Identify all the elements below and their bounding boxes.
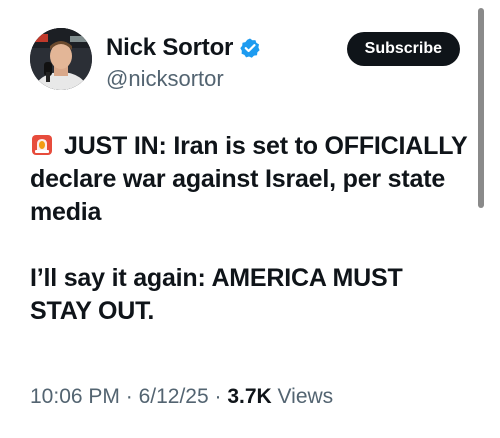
tweet-paragraph-2: I’ll say it again: AMERICA MUST STAY OUT… xyxy=(30,264,403,325)
avatar[interactable] xyxy=(30,28,92,90)
author-handle[interactable]: @nicksortor xyxy=(106,66,224,92)
tweet-body: JUST IN: Iran is set to OFFICIALLY decla… xyxy=(30,130,470,328)
siren-icon xyxy=(30,133,54,157)
tweet-paragraph-1: JUST IN: Iran is set to OFFICIALLY decla… xyxy=(30,130,470,229)
verified-badge-icon[interactable] xyxy=(239,37,261,59)
subscribe-button[interactable]: Subscribe xyxy=(346,32,460,66)
meta-separator: · xyxy=(125,385,133,408)
author-name-row: Nick Sortor xyxy=(106,34,261,62)
avatar-photo-icon xyxy=(30,28,92,90)
tweet-header: Nick Sortor @nicksortor Subscribe xyxy=(30,28,460,98)
tweet-date[interactable]: 6/12/25 xyxy=(139,385,209,408)
author-display-name[interactable]: Nick Sortor xyxy=(106,34,233,62)
tweet-card: Nick Sortor @nicksortor Subscribe JUST I… xyxy=(0,0,500,438)
meta-separator: · xyxy=(214,385,222,408)
scrollbar[interactable] xyxy=(478,8,484,208)
views-count: 3.7K xyxy=(227,385,272,408)
tweet-paragraph-1-text: JUST IN: Iran is set to OFFICIALLY decla… xyxy=(30,132,467,226)
tweet-time[interactable]: 10:06 PM xyxy=(30,385,120,408)
tweet-meta: 10:06 PM · 6/12/25 · 3.7K Views xyxy=(30,384,333,410)
views-label: Views xyxy=(277,385,334,408)
